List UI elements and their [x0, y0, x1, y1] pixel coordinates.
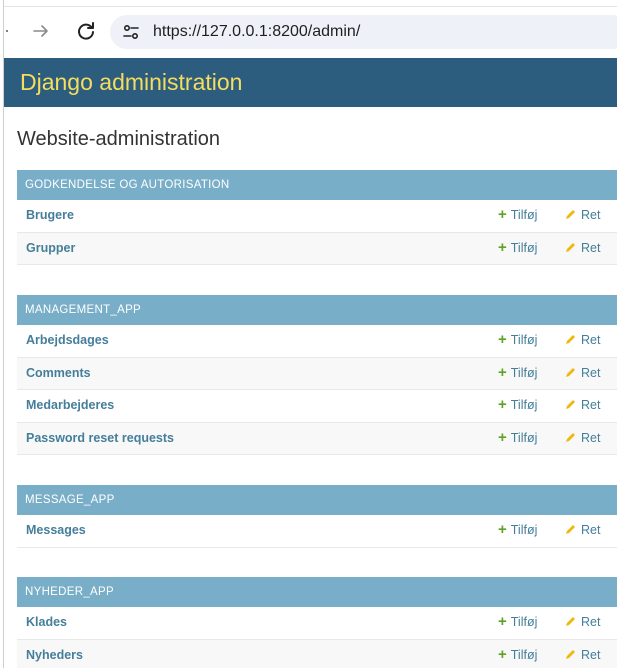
add-label: Tilføj — [510, 398, 538, 412]
add-label: Tilføj — [510, 208, 538, 222]
change-label: Ret — [581, 398, 601, 412]
plus-icon: + — [498, 645, 507, 663]
module-caption[interactable]: MESSAGE_APP — [17, 485, 617, 515]
change-label: Ret — [581, 647, 601, 662]
model-row: Comments + Tilføj Ret — [17, 357, 617, 390]
change-label: Ret — [581, 365, 601, 380]
change-label: Ret — [581, 208, 601, 222]
pencil-icon — [566, 617, 575, 626]
add-label: Tilføj — [510, 240, 538, 255]
model-row: Arbejdsdages + Tilføj Ret — [17, 325, 617, 358]
app-module: NYHEDER_APP Klades + Tilføj Ret Nyheders … — [17, 577, 617, 668]
change-link[interactable]: Ret — [565, 333, 600, 347]
add-link[interactable]: + Tilføj — [498, 238, 538, 256]
app-module: MESSAGE_APP Messages + Tilføj Ret — [17, 485, 617, 548]
model-link[interactable]: Brugere — [26, 208, 74, 222]
module-caption[interactable]: MANAGEMENT_APP — [17, 295, 617, 325]
change-label: Ret — [581, 615, 601, 629]
model-row: Brugere + Tilføj Ret — [17, 200, 617, 233]
page-title: Website-administration — [17, 128, 221, 150]
model-link[interactable]: Messages — [26, 523, 86, 537]
arrow-right-icon[interactable] — [31, 21, 51, 41]
reload-icon[interactable] — [75, 20, 97, 42]
change-label: Ret — [581, 523, 601, 537]
app-module: MANAGEMENT_APP Arbejdsdages + Tilføj Ret … — [17, 295, 617, 455]
url-text[interactable]: https://127.0.0.1:8200/admin/ — [153, 23, 360, 41]
add-label: Tilføj — [510, 333, 538, 347]
add-label: Tilføj — [510, 430, 538, 445]
tune-icon[interactable] — [121, 22, 141, 42]
add-link[interactable]: + Tilføj — [498, 613, 538, 630]
pencil-icon — [566, 525, 575, 534]
model-link[interactable]: Arbejdsdages — [26, 333, 109, 347]
pencil-icon — [566, 367, 575, 377]
model-link[interactable]: Medarbejderes — [26, 398, 114, 412]
tab-strip-divider — [0, 6, 617, 7]
model-row: Grupper + Tilføj Ret — [17, 232, 617, 265]
change-link[interactable]: Ret — [565, 523, 600, 537]
plus-icon: + — [498, 238, 507, 256]
add-link[interactable]: + Tilføj — [498, 428, 538, 446]
app-module: GODKENDELSE OG AUTORISATION Brugere + Til… — [17, 170, 617, 265]
model-link[interactable]: Nyheders — [26, 648, 83, 662]
module-caption[interactable]: NYHEDER_APP — [17, 577, 617, 607]
change-label: Ret — [581, 430, 601, 445]
plus-icon: + — [498, 331, 507, 348]
change-link[interactable]: Ret — [565, 431, 600, 445]
plus-icon: + — [498, 428, 507, 446]
add-link[interactable]: + Tilføj — [498, 521, 538, 538]
browser-toolbar: https://127.0.0.1:8200/admin/ — [0, 0, 617, 58]
add-label: Tilføj — [510, 365, 538, 380]
plus-icon: + — [498, 206, 507, 223]
add-label: Tilføj — [510, 615, 538, 629]
pencil-icon — [566, 432, 575, 442]
model-row: Medarbejderes + Tilføj Ret — [17, 390, 617, 423]
change-link[interactable]: Ret — [565, 615, 600, 629]
model-row: Password reset requests + Tilføj Ret — [17, 422, 617, 455]
add-link[interactable]: + Tilføj — [498, 206, 538, 223]
tab-edge-dot — [6, 30, 8, 32]
model-link[interactable]: Grupper — [26, 241, 75, 255]
change-link[interactable]: Ret — [565, 241, 600, 255]
add-link[interactable]: + Tilføj — [498, 331, 538, 348]
add-label: Tilføj — [510, 523, 538, 537]
pencil-icon — [566, 400, 575, 409]
module-caption[interactable]: GODKENDELSE OG AUTORISATION — [17, 170, 617, 200]
pencil-icon — [566, 335, 575, 344]
change-link[interactable]: Ret — [565, 648, 600, 662]
pencil-icon — [566, 210, 575, 219]
change-link[interactable]: Ret — [565, 366, 600, 380]
model-link[interactable]: Klades — [26, 615, 67, 629]
add-label: Tilføj — [510, 647, 538, 662]
model-row: Messages + Tilføj Ret — [17, 515, 617, 548]
add-link[interactable]: + Tilføj — [498, 396, 538, 413]
plus-icon: + — [498, 521, 507, 538]
plus-icon: + — [498, 396, 507, 413]
plus-icon: + — [498, 363, 507, 381]
change-label: Ret — [581, 333, 601, 347]
site-branding[interactable]: Django administration — [20, 69, 242, 96]
change-link[interactable]: Ret — [565, 208, 600, 222]
model-link[interactable]: Password reset requests — [26, 431, 174, 445]
model-link[interactable]: Comments — [26, 366, 91, 380]
change-label: Ret — [581, 240, 601, 255]
add-link[interactable]: + Tilføj — [498, 363, 538, 381]
site-header: Django administration — [4, 58, 617, 107]
pencil-icon — [566, 649, 575, 659]
change-link[interactable]: Ret — [565, 398, 600, 412]
add-link[interactable]: + Tilføj — [498, 645, 538, 663]
pencil-icon — [566, 242, 575, 252]
model-row: Klades + Tilføj Ret — [17, 607, 617, 640]
model-row: Nyheders + Tilføj Ret — [17, 639, 617, 668]
plus-icon: + — [498, 613, 507, 630]
